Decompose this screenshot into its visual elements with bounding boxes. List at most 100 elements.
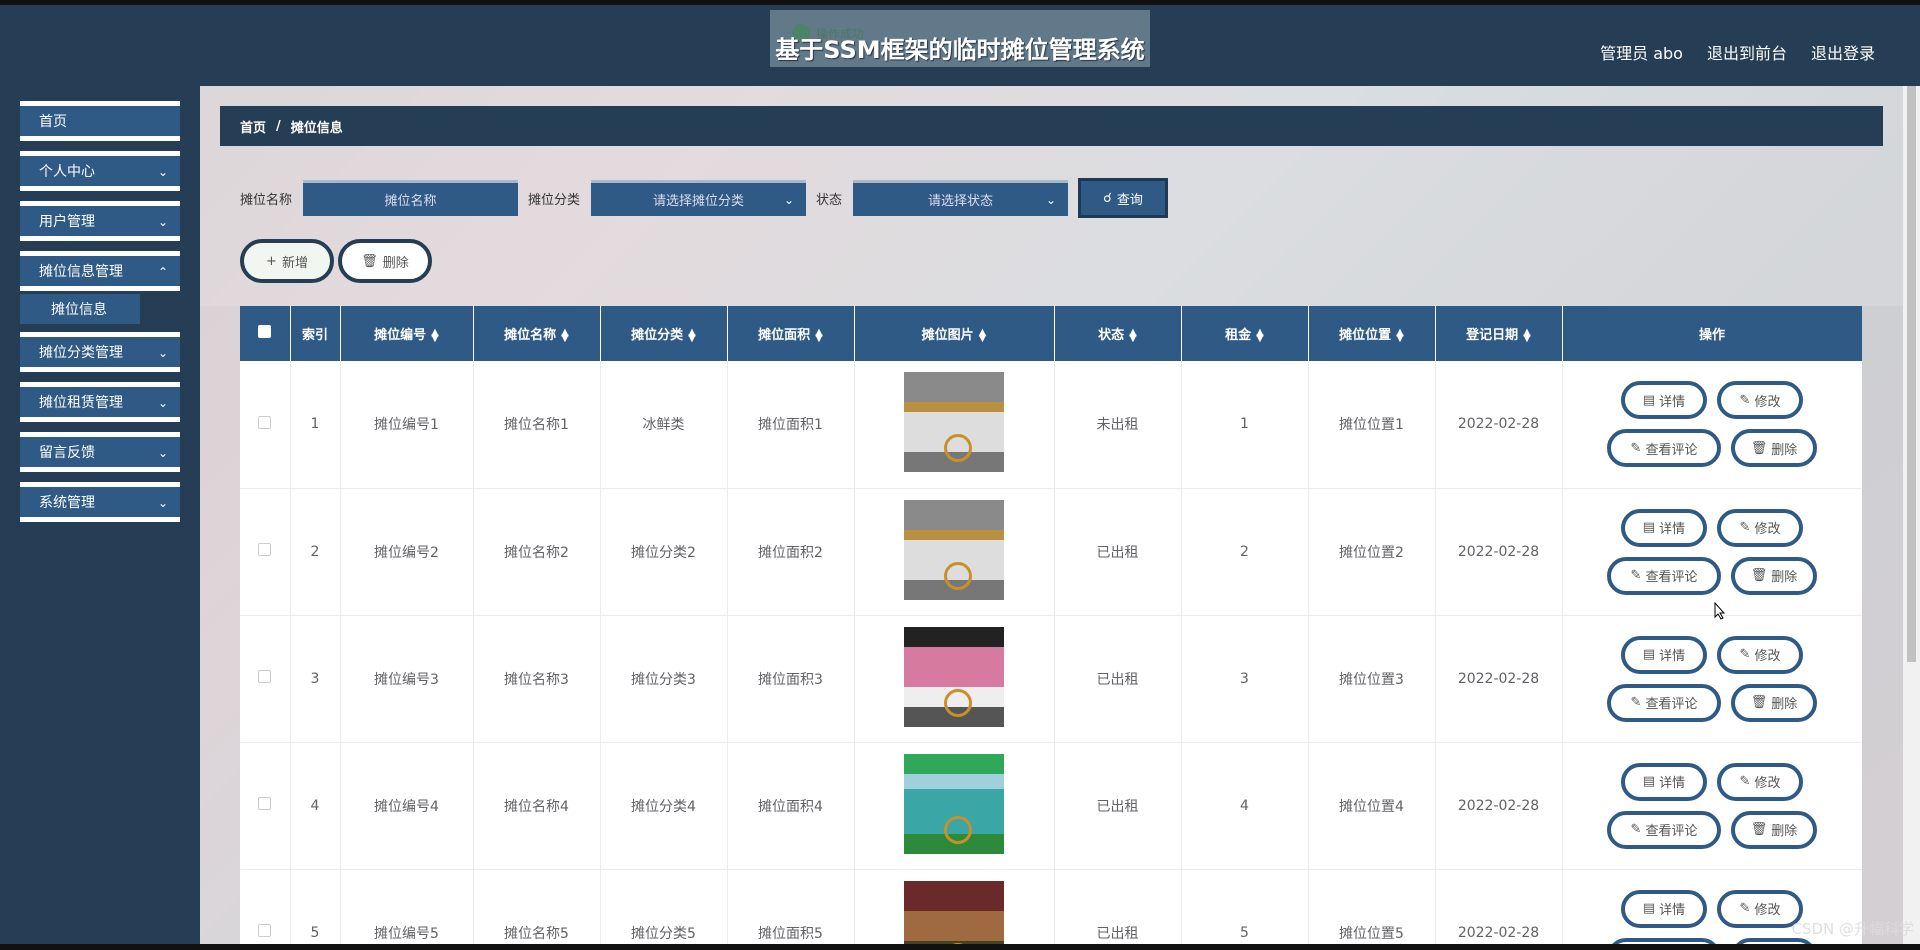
view-comments-button[interactable]: ✎查看评论 xyxy=(1607,556,1721,595)
delete-button[interactable]: 🗑删除 xyxy=(1731,429,1817,468)
view-comments-button[interactable]: ✎查看评论 xyxy=(1607,810,1721,849)
cell-location: 摊位位置1 xyxy=(1308,361,1436,489)
stall-thumbnail[interactable] xyxy=(904,626,1004,727)
sort-icon[interactable]: ▲ ▼ xyxy=(1523,327,1531,343)
edit-button[interactable]: ✎ 修改 xyxy=(1717,381,1803,420)
column-header-area[interactable]: 摊位面积 ▲ ▼ xyxy=(727,306,855,361)
column-header-category[interactable]: 摊位分类 ▲ ▼ xyxy=(600,306,728,361)
row-checkbox[interactable] xyxy=(258,415,272,429)
pencil-icon: ✎ xyxy=(1739,647,1751,662)
document-icon: ▤ xyxy=(1642,901,1656,916)
column-header-code[interactable]: 摊位编号 ▲ ▼ xyxy=(340,306,474,361)
edit-button[interactable]: ✎ 修改 xyxy=(1717,635,1803,674)
row-select-cell xyxy=(240,615,291,743)
delete-button[interactable]: 🗑删除 xyxy=(1731,810,1817,849)
row-checkbox[interactable] xyxy=(258,670,272,683)
add-button[interactable]: + 新增 xyxy=(240,239,334,283)
add-label: 新增 xyxy=(281,255,308,271)
sidebar-item-stall-info-management[interactable]: 摊位信息管理 ⌃ xyxy=(20,251,180,291)
stall-table: 索引 摊位编号 ▲ ▼ 摊位名称 ▲ ▼ 摊位分类 ▲ ▼ 摊位面积 ▲ ▼ 摊位图片 ▲ ▼ 状态… xyxy=(240,306,1862,950)
sidebar-subitem-stall-info[interactable]: 摊位信息 xyxy=(20,294,140,324)
cell-area: 摊位面积4 xyxy=(727,742,855,870)
sort-icon[interactable]: ▲ ▼ xyxy=(1129,327,1137,343)
breadcrumb-current: 摊位信息 xyxy=(290,120,343,136)
cell-code: 摊位编号2 xyxy=(340,488,474,616)
query-button[interactable]: ☌ 查询 xyxy=(1078,178,1169,218)
detail-button[interactable]: ▤ 详情 xyxy=(1621,508,1707,547)
stall-thumbnail[interactable] xyxy=(904,753,1004,854)
edit-button[interactable]: ✎ 修改 xyxy=(1717,762,1803,801)
sidebar-item-system-management[interactable]: 系统管理 ⌄ xyxy=(20,482,180,522)
sort-icon[interactable]: ▲ ▼ xyxy=(561,327,569,343)
cell-name: 摊位名称3 xyxy=(473,615,601,743)
sidebar-item-home[interactable]: 首页 xyxy=(20,101,180,141)
scrollbar-thumb[interactable] xyxy=(1907,86,1916,662)
cell-actions: ▤详情 ✎修改 ✎查看评论 🗑删除 xyxy=(1562,488,1862,616)
column-header-location[interactable]: 摊位位置 ▲ ▼ xyxy=(1308,306,1436,361)
stall-category-select[interactable]: 请选择摊位分类 ⌄ xyxy=(591,180,807,216)
sort-icon[interactable]: ▲ ▼ xyxy=(1396,327,1404,343)
delete-button[interactable]: 🗑删除 xyxy=(1731,556,1817,595)
pencil-icon: ✎ xyxy=(1630,822,1642,837)
query-label: 查询 xyxy=(1116,192,1143,208)
view-comments-button[interactable]: ✎查看评论 xyxy=(1607,429,1721,468)
logout-link[interactable]: 退出登录 xyxy=(1811,40,1875,64)
vertical-scrollbar[interactable] xyxy=(1903,86,1920,950)
sidebar-item-label: 摊位租赁管理 xyxy=(39,395,123,411)
cell-category: 摊位分类4 xyxy=(600,742,728,870)
pencil-icon: ✎ xyxy=(1739,901,1751,916)
sidebar-item-stall-rental-management[interactable]: 摊位租赁管理 ⌄ xyxy=(20,382,180,422)
column-header-image[interactable]: 摊位图片 ▲ ▼ xyxy=(854,306,1055,361)
detail-button[interactable]: ▤ 详情 xyxy=(1621,635,1707,674)
stall-thumbnail[interactable] xyxy=(904,372,1004,473)
table-row: 4 摊位编号4 摊位名称4 摊位分类4 摊位面积4 已出租 4 摊位位置4 2022-02-28… xyxy=(240,742,1862,870)
status-select[interactable]: 请选择状态 ⌄ xyxy=(853,180,1069,216)
cell-image xyxy=(854,742,1055,870)
delete-button[interactable]: 🗑删除 xyxy=(1731,683,1817,722)
sort-icon[interactable]: ▲ ▼ xyxy=(815,327,823,343)
stall-thumbnail[interactable] xyxy=(904,880,1004,950)
row-checkbox[interactable] xyxy=(258,543,272,556)
title-box: 操作成功 基于SSM框架的临时摊位管理系统 xyxy=(770,10,1150,67)
column-header-rent[interactable]: 租金 ▲ ▼ xyxy=(1181,306,1309,361)
batch-delete-button[interactable]: 🗑 删除 xyxy=(338,239,432,283)
stall-thumbnail[interactable] xyxy=(904,499,1004,600)
detail-button[interactable]: ▤ 详情 xyxy=(1621,889,1707,928)
column-header-name[interactable]: 摊位名称 ▲ ▼ xyxy=(473,306,601,361)
top-header: 操作成功 基于SSM框架的临时摊位管理系统 管理员 abo 退出到前台 退出登录 xyxy=(0,0,1920,86)
edit-button[interactable]: ✎ 修改 xyxy=(1717,508,1803,547)
view-comments-button[interactable]: ✎查看评论 xyxy=(1607,683,1721,722)
chevron-down-icon: ⌄ xyxy=(157,215,168,229)
document-icon: ▤ xyxy=(1642,647,1656,662)
detail-button[interactable]: ▤ 详情 xyxy=(1621,762,1707,801)
chevron-down-icon: ⌄ xyxy=(157,496,168,510)
sidebar-item-user-management[interactable]: 用户管理 ⌄ xyxy=(20,201,180,241)
stall-name-input[interactable]: 摊位名称 xyxy=(303,180,519,216)
cell-image xyxy=(854,488,1055,616)
detail-button[interactable]: ▤ 详情 xyxy=(1621,381,1707,420)
row-checkbox[interactable] xyxy=(258,797,272,810)
column-header-date[interactable]: 登记日期 ▲ ▼ xyxy=(1435,306,1563,361)
select-all-checkbox[interactable] xyxy=(258,325,272,338)
sort-icon[interactable]: ▲ ▼ xyxy=(431,327,439,343)
sidebar-item-stall-category-management[interactable]: 摊位分类管理 ⌄ xyxy=(20,332,180,372)
cell-location: 摊位位置4 xyxy=(1308,742,1436,870)
breadcrumb-home[interactable]: 首页 xyxy=(240,117,266,136)
sort-icon[interactable]: ▲ ▼ xyxy=(688,327,696,343)
sort-icon[interactable]: ▲ ▼ xyxy=(979,327,987,343)
edit-button[interactable]: ✎ 修改 xyxy=(1717,889,1803,928)
sidebar-item-personal-center[interactable]: 个人中心 ⌄ xyxy=(20,151,180,191)
sort-icon[interactable]: ▲ ▼ xyxy=(1256,327,1264,343)
column-header-actions: 操作 xyxy=(1562,306,1862,361)
sidebar-item-label: 系统管理 xyxy=(39,495,95,511)
cell-index: 2 xyxy=(290,488,341,616)
cell-actions: ▤详情 ✎修改 ✎查看评论 🗑删除 xyxy=(1562,742,1862,870)
table-row: 3 摊位编号3 摊位名称3 摊位分类3 摊位面积3 已出租 3 摊位位置3 2022-02-28… xyxy=(240,615,1862,743)
column-header-status[interactable]: 状态 ▲ ▼ xyxy=(1054,306,1182,361)
stall-category-label: 摊位分类 xyxy=(528,192,581,208)
exit-to-front-link[interactable]: 退出到前台 xyxy=(1707,40,1787,64)
row-checkbox[interactable] xyxy=(258,924,272,937)
sidebar-item-feedback[interactable]: 留言反馈 ⌄ xyxy=(20,432,180,472)
plus-icon: + xyxy=(266,253,277,269)
cell-category: 摊位分类3 xyxy=(600,615,728,743)
